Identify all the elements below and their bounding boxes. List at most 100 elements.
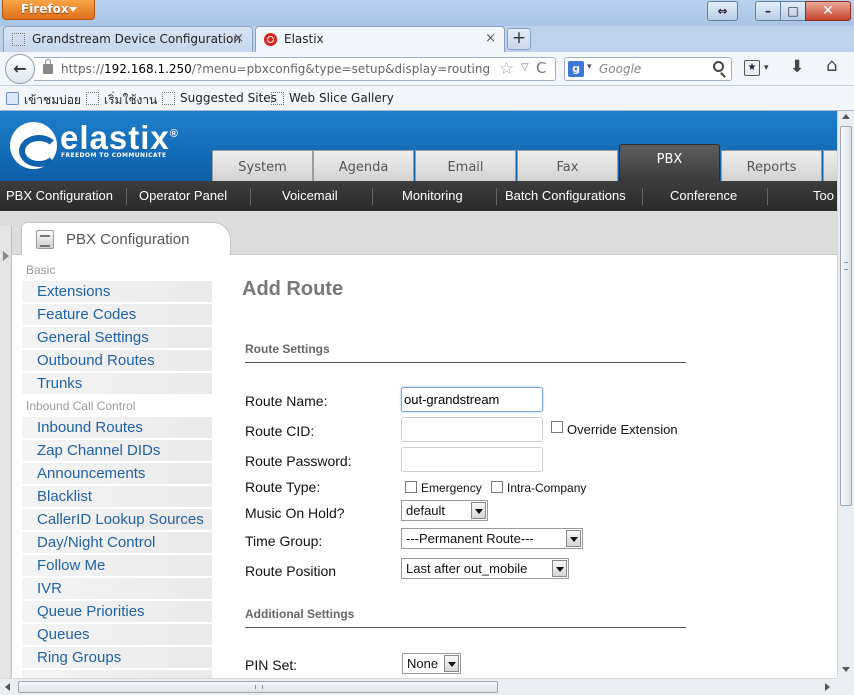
bookmark-label: เข้าชมบ่อย	[24, 93, 81, 107]
window-close-button[interactable]: ✕	[805, 1, 851, 21]
emergency-label: Emergency	[421, 481, 482, 495]
new-tab-button[interactable]: +	[507, 28, 531, 50]
main-tab-pbx[interactable]: PBX	[619, 144, 720, 181]
sidebar-item-queues[interactable]: Queues	[22, 624, 212, 646]
emergency-checkbox[interactable]	[405, 481, 417, 493]
route-password-input[interactable]	[401, 447, 543, 472]
reload-icon[interactable]: C	[536, 59, 546, 77]
sidebar-item-zap-channel-dids[interactable]: Zap Channel DIDs	[22, 440, 212, 462]
search-icon[interactable]	[713, 61, 724, 72]
download-icon[interactable]: ⬇	[790, 57, 804, 77]
tab-grandstream[interactable]: Grandstream Device Configuration ×	[3, 26, 253, 52]
main-tab-fax[interactable]: Fax	[517, 150, 618, 181]
bookmarks-dropdown-icon[interactable]: ▾	[764, 63, 769, 73]
sidebar-item-inbound-routes[interactable]: Inbound Routes	[22, 417, 212, 439]
sidebar-item-callerid-lookup[interactable]: CallerID Lookup Sources	[22, 509, 212, 531]
bookmark-most-visited[interactable]: เข้าชมบ่อย	[6, 91, 81, 110]
scroll-down-arrow-icon[interactable]	[842, 667, 850, 672]
select-value: Last after out_mobile	[406, 561, 528, 576]
sidebar-item-feature-codes[interactable]: Feature Codes	[22, 304, 212, 326]
firefox-menu-caret-icon	[69, 7, 77, 12]
url-text[interactable]: https://192.168.1.250/?menu=pbxconfig&ty…	[61, 62, 490, 76]
submenu-pbx-configuration[interactable]: PBX Configuration	[6, 181, 113, 211]
home-icon[interactable]: ⌂	[826, 55, 837, 76]
bookmarks-toolbar: เข้าชมบ่อย เริ่มใช้งาน Suggested Sites W…	[0, 86, 854, 111]
tab-elastix[interactable]: Elastix ×	[255, 26, 505, 52]
sidebar-item-follow-me[interactable]: Follow Me	[22, 555, 212, 577]
dropdown-arrow-icon	[552, 560, 567, 577]
sidebar-item-extensions[interactable]: Extensions	[22, 281, 212, 303]
tab-strip: Grandstream Device Configuration × Elast…	[0, 26, 854, 52]
music-on-hold-select[interactable]: default	[401, 500, 488, 521]
submenu-operator-panel[interactable]: Operator Panel	[139, 181, 227, 211]
sidebar-toggle[interactable]	[0, 226, 12, 678]
expand-arrow-icon	[3, 251, 9, 261]
scroll-right-arrow-icon[interactable]	[825, 683, 830, 691]
override-extension-label: Override Extension	[567, 422, 678, 437]
page-viewport: elastix® FREEDOM TO COMMUNICATE System A…	[0, 111, 837, 678]
main-tab-more[interactable]	[823, 150, 837, 181]
url-bar[interactable]: https://192.168.1.250/?menu=pbxconfig&ty…	[34, 57, 556, 81]
horizontal-scroll-thumb[interactable]	[18, 681, 498, 693]
back-button[interactable]: ←	[5, 54, 35, 84]
select-value: None	[407, 656, 439, 671]
tab-close-icon[interactable]: ×	[485, 27, 496, 51]
submenu-monitoring[interactable]: Monitoring	[402, 181, 463, 211]
main-tab-email[interactable]: Email	[415, 150, 516, 181]
window-titlebar: Firefox ⇔ – □ ✕	[0, 0, 854, 26]
sidebar-item-trunks[interactable]: Trunks	[22, 373, 212, 395]
swap-icon: ⇔	[717, 4, 728, 18]
submenu-tools[interactable]: Too	[813, 181, 834, 211]
google-icon[interactable]: g	[568, 61, 584, 77]
sidebar-item-queue-priorities[interactable]: Queue Priorities	[22, 601, 212, 623]
submenu-voicemail[interactable]: Voicemail	[282, 181, 338, 211]
main-tab-agenda[interactable]: Agenda	[313, 150, 414, 181]
search-input[interactable]: Google	[599, 62, 641, 76]
search-engine-dropdown-icon[interactable]: ▾	[587, 62, 592, 72]
window-swap-button[interactable]: ⇔	[707, 1, 738, 21]
submenu-separator	[372, 188, 373, 205]
sidebar-item-day-night-control[interactable]: Day/Night Control	[22, 532, 212, 554]
bookmarks-menu-icon[interactable]: ★	[744, 60, 760, 76]
minimize-icon: –	[765, 4, 771, 18]
sidebar-item-announcements[interactable]: Announcements	[22, 463, 212, 485]
time-group-select[interactable]: ---Permanent Route---	[401, 528, 583, 549]
window-maximize-button[interactable]: □	[780, 1, 806, 21]
plus-icon: +	[511, 28, 527, 48]
module-title: PBX Configuration	[66, 231, 190, 248]
music-on-hold-label: Music On Hold?	[245, 505, 345, 521]
route-cid-input[interactable]	[401, 417, 543, 442]
sidebar-item-blacklist[interactable]: Blacklist	[22, 486, 212, 508]
scroll-up-arrow-icon[interactable]	[842, 114, 850, 119]
route-type-label: Route Type:	[245, 479, 321, 495]
sidebar-item-partial[interactable]	[22, 670, 212, 678]
vertical-scrollbar[interactable]	[837, 111, 854, 678]
horizontal-scrollbar[interactable]	[0, 678, 837, 695]
pin-set-select[interactable]: None	[402, 653, 461, 674]
url-history-dropdown-icon[interactable]: ▽	[521, 62, 529, 73]
override-extension-checkbox[interactable]	[551, 421, 563, 433]
route-position-select[interactable]: Last after out_mobile	[401, 558, 569, 579]
submenu-batch-configurations[interactable]: Batch Configurations	[505, 181, 626, 211]
sidebar-item-ivr[interactable]: IVR	[22, 578, 212, 600]
route-cid-label: Route CID:	[245, 423, 315, 439]
sidebar-item-ring-groups[interactable]: Ring Groups	[22, 647, 212, 669]
main-tab-system[interactable]: System	[212, 150, 313, 181]
bookmark-getting-started[interactable]: เริ่มใช้งาน	[86, 91, 157, 110]
search-bar[interactable]: g ▾ Google	[564, 57, 732, 81]
route-name-input[interactable]	[401, 387, 543, 412]
bookmark-star-icon[interactable]: ☆	[499, 59, 514, 79]
firefox-menu-button[interactable]: Firefox	[2, 0, 95, 20]
vertical-scroll-thumb[interactable]	[840, 126, 852, 506]
submenu-conference[interactable]: Conference	[670, 181, 737, 211]
window-minimize-button[interactable]: –	[755, 1, 781, 21]
sidebar-item-outbound-routes[interactable]: Outbound Routes	[22, 350, 212, 372]
sidebar-item-general-settings[interactable]: General Settings	[22, 327, 212, 349]
bookmark-suggested-sites[interactable]: Suggested Sites	[162, 91, 277, 105]
main-tab-reports[interactable]: Reports	[721, 150, 822, 181]
scroll-left-arrow-icon[interactable]	[5, 683, 10, 691]
intra-company-checkbox[interactable]	[491, 481, 503, 493]
bookmark-web-slice-gallery[interactable]: Web Slice Gallery	[271, 91, 394, 105]
url-path: /?menu=pbxconfig&type=setup&display=rout…	[191, 62, 491, 76]
tab-close-icon[interactable]: ×	[233, 27, 244, 51]
